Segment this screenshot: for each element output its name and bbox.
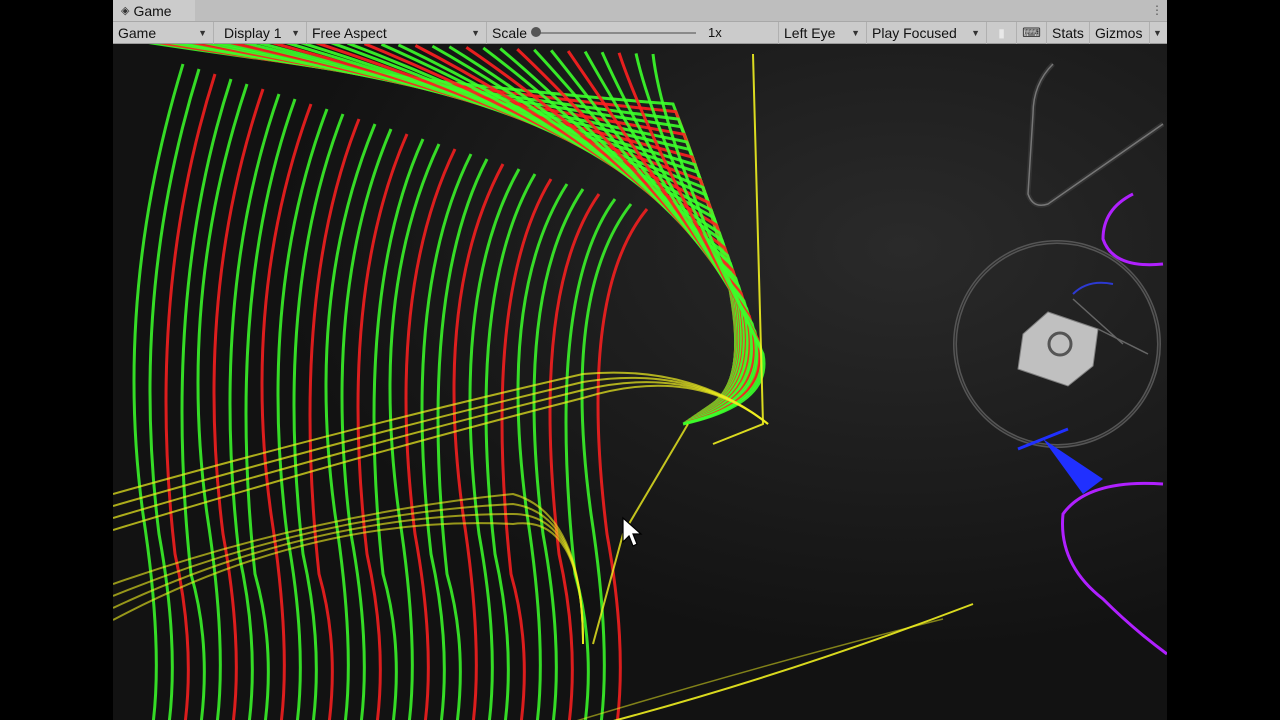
keyboard-icon: ⌨ [1022, 25, 1041, 40]
play-mode-dropdown[interactable]: Play Focused ▼ [867, 22, 987, 44]
gizmos-label: Gizmos [1095, 25, 1143, 41]
game-toolbar: Game ▼ Display 1 ▼ Free Aspect ▼ Scale 1… [113, 21, 1167, 44]
scale-slider[interactable] [534, 32, 696, 34]
aspect-dropdown[interactable]: Free Aspect ▼ [307, 22, 487, 44]
shortcuts-button[interactable]: ⌨ [1017, 22, 1047, 44]
scene-render [113, 44, 1167, 720]
game-window: ◈ Game ⋮ Game ▼ Display 1 ▼ Free Aspect … [113, 0, 1167, 720]
more-options-icon[interactable]: ⋮ [1151, 2, 1163, 18]
stats-button[interactable]: Stats [1047, 22, 1090, 44]
display-dropdown[interactable]: Display 1 ▼ [219, 22, 307, 44]
chevron-down-icon: ▼ [1153, 28, 1162, 38]
scale-slider-handle[interactable] [531, 27, 541, 37]
tab-game-label: Game [133, 2, 172, 19]
stats-label: Stats [1052, 25, 1084, 41]
scale-value: 1x [708, 25, 722, 40]
chevron-down-icon: ▼ [471, 28, 480, 38]
mute-audio-button[interactable]: ▮ [987, 22, 1017, 44]
gizmos-dropdown[interactable]: ▼ [1150, 22, 1167, 44]
eye-dropdown[interactable]: Left Eye ▼ [779, 22, 867, 44]
tab-bar: ◈ Game ⋮ [113, 0, 1167, 21]
view-mode-dropdown[interactable]: Game ▼ [113, 22, 214, 44]
gizmos-button[interactable]: Gizmos [1090, 22, 1150, 44]
scale-control: Scale 1x [487, 22, 779, 44]
speaker-icon: ▮ [998, 26, 1005, 40]
tab-game[interactable]: ◈ Game [113, 0, 195, 21]
chevron-down-icon: ▼ [198, 28, 207, 38]
display-label: Display 1 [224, 25, 282, 41]
scale-label: Scale [492, 25, 528, 41]
play-mode-label: Play Focused [872, 25, 957, 41]
chevron-down-icon: ▼ [851, 28, 860, 38]
aspect-label: Free Aspect [312, 25, 387, 41]
game-viewport[interactable] [113, 44, 1167, 720]
gamepad-icon: ◈ [121, 5, 130, 17]
chevron-down-icon: ▼ [971, 28, 980, 38]
view-mode-label: Game [118, 25, 157, 41]
eye-label: Left Eye [784, 25, 836, 41]
chevron-down-icon: ▼ [291, 28, 300, 38]
